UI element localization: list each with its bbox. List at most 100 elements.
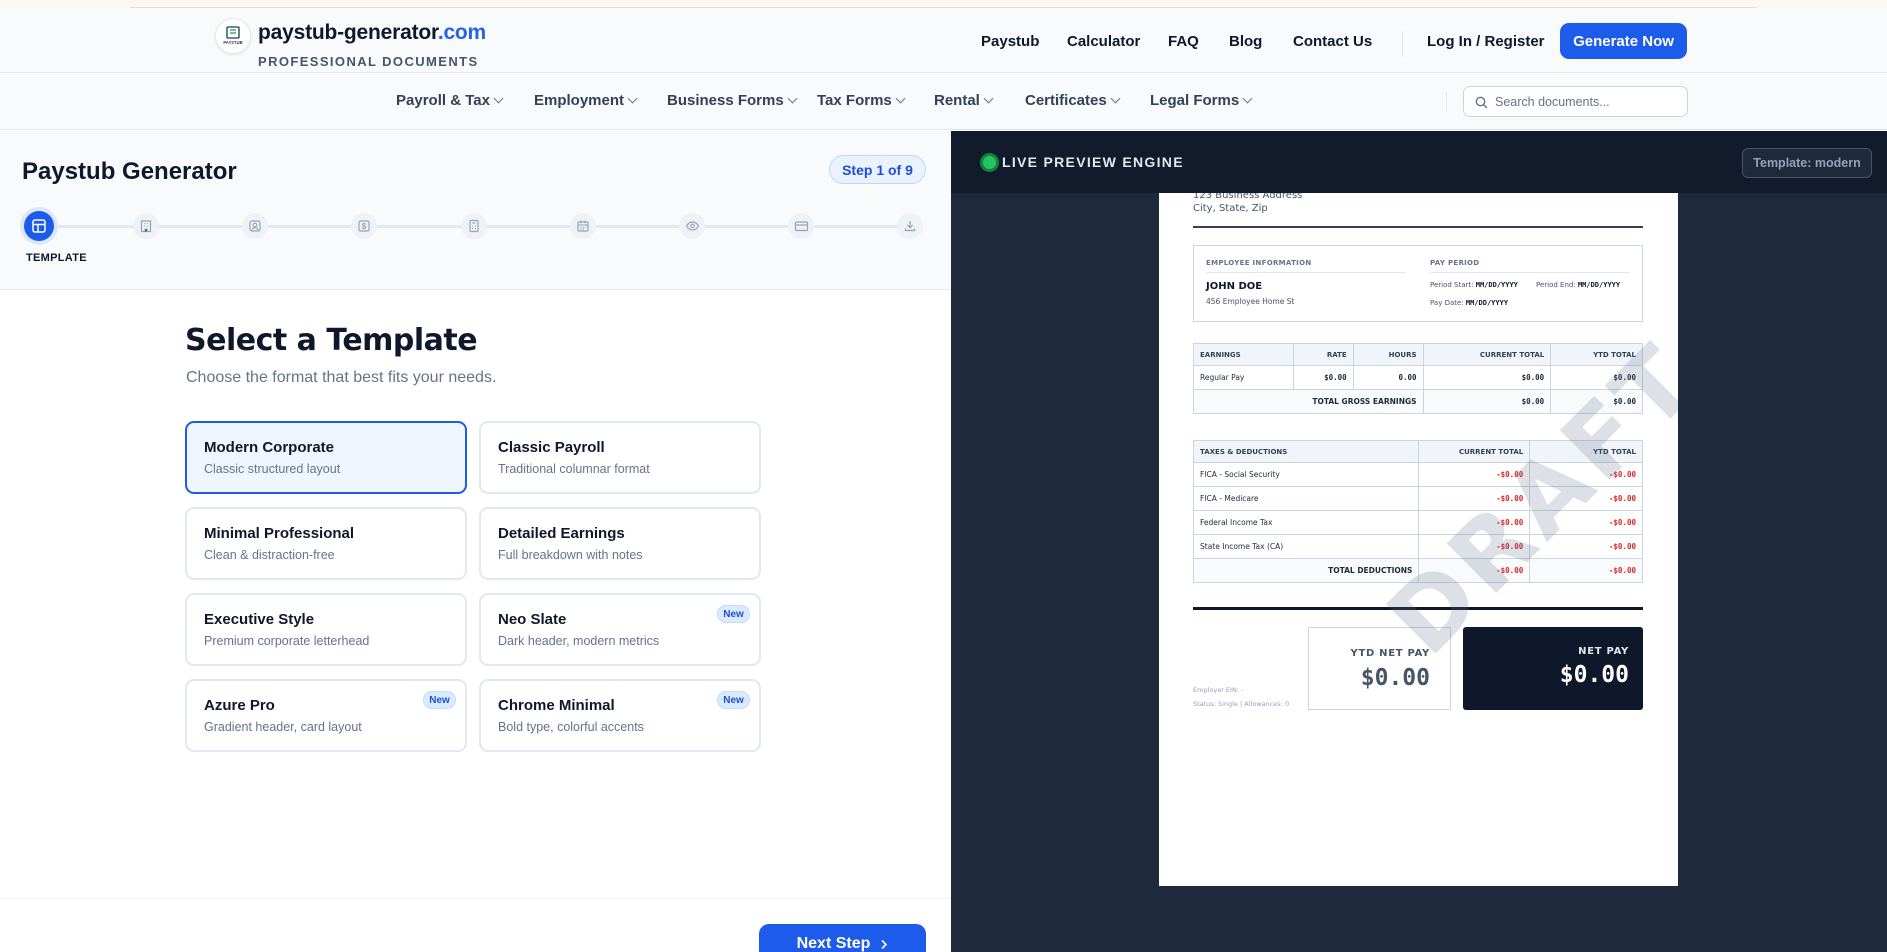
menu-tax-forms[interactable]: Tax Forms [817,92,906,109]
employee-address: 456 Employee Home St [1206,297,1295,306]
new-badge: New [717,691,750,709]
live-preview-label: LIVE PREVIEW ENGINE [1002,154,1184,170]
live-preview-panel: LIVE PREVIEW ENGINE Template: modern 123… [951,131,1887,952]
template-pill[interactable]: Template: modern [1742,148,1872,178]
total-gross-current: $0.00 [1422,389,1552,414]
template-name: Chrome Minimal [498,697,615,714]
brand-subtitle: PROFESSIONAL DOCUMENTS [258,54,479,69]
menu-employment[interactable]: Employment [534,92,638,109]
section-subtitle: Choose the format that best fits your ne… [186,369,497,386]
menu-payroll-tax[interactable]: Payroll & Tax [396,92,504,109]
paystub-document: 123 Business Address City, State, Zip EM… [1159,193,1678,886]
nav-blog[interactable]: Blog [1229,33,1262,50]
step-company[interactable] [133,213,159,239]
total-row: TOTAL DEDUCTIONS -$0.00 -$0.00 [1192,558,1643,583]
template-name: Minimal Professional [204,525,355,542]
step-payment[interactable] [788,213,814,239]
employee-name: JOHN DOE [1206,281,1263,292]
template-desc: Bold type, colorful accents [498,720,644,734]
menu-certificates[interactable]: Certificates [1025,92,1121,109]
login-register-link[interactable]: Log In / Register [1427,33,1545,50]
template-card-azure-pro[interactable]: Azure Pro Gradient header, card layout N… [185,679,467,752]
menu-rental[interactable]: Rental [934,92,994,109]
menu-legal-forms[interactable]: Legal Forms [1150,92,1253,109]
calculator-icon [469,219,479,233]
template-card-classic-payroll[interactable]: Classic Payroll Traditional columnar for… [479,421,761,494]
logo[interactable]: PAYSTUB [215,18,251,54]
template-card-executive-style[interactable]: Executive Style Premium corporate letter… [185,593,467,666]
step-employee[interactable] [242,213,268,239]
new-badge: New [717,605,750,623]
step-download[interactable] [897,213,923,239]
new-badge: New [423,691,456,709]
step-earnings[interactable]: $ [351,213,377,239]
search-icon [1475,96,1488,109]
total-deductions-ytd: -$0.00 [1529,558,1643,583]
template-card-minimal-professional[interactable]: Minimal Professional Clean & distraction… [185,507,467,580]
cell-current: $0.00 [1422,365,1552,390]
col-ytd-total: YTD TOTAL [1550,343,1643,366]
nav-divider [1402,31,1403,57]
employee-info-label: EMPLOYEE INFORMATION [1206,259,1312,267]
menu-legal-forms-label: Legal Forms [1150,92,1240,109]
period-end-value: MM/DD/YYYY [1577,281,1621,289]
template-card-chrome-minimal[interactable]: Chrome Minimal Bold type, colorful accen… [479,679,761,752]
summary-rule [1193,607,1643,610]
site-header: PAYSTUB paystub-generator.com PROFESSION… [0,9,1887,73]
template-desc: Full breakdown with notes [498,548,643,562]
col-hours: HOURS [1352,343,1424,366]
table-row: FICA - Medicare -$0.00 -$0.00 [1192,486,1643,511]
cell-ytd: -$0.00 [1529,534,1643,559]
cell-description: FICA - Medicare [1192,486,1420,511]
nav-faq[interactable]: FAQ [1168,33,1199,50]
employee-info-box: EMPLOYEE INFORMATION JOHN DOE 456 Employ… [1193,245,1643,322]
template-desc: Traditional columnar format [498,462,650,476]
col-current-total: CURRENT TOTAL [1422,343,1552,366]
table-row: FICA - Social Security -$0.00 -$0.00 [1192,462,1643,487]
total-gross-label: TOTAL GROSS EARNINGS [1193,389,1424,414]
col-earnings: EARNINGS [1193,343,1294,366]
pay-date-label: Pay Date: [1430,299,1464,307]
building-icon [140,220,152,233]
menu-business-forms[interactable]: Business Forms [667,92,798,109]
step-template[interactable] [24,211,54,241]
pay-date-value: MM/DD/YYYY [1465,299,1509,307]
cell-hours: 0.00 [1352,365,1424,390]
chevron-down-icon [983,93,994,104]
step-pay-period[interactable] [570,213,596,239]
nav-calculator[interactable]: Calculator [1067,33,1140,50]
template-card-neo-slate[interactable]: Neo Slate Dark header, modern metrics Ne… [479,593,761,666]
menu-business-forms-label: Business Forms [667,92,784,109]
col-taxes-deductions: TAXES & DEDUCTIONS [1192,440,1420,463]
template-desc: Classic structured layout [204,462,341,476]
table-header-row: EARNINGS RATE HOURS CURRENT TOTAL YTD TO… [1193,343,1643,366]
step-preview[interactable] [679,213,705,239]
table-header-row: TAXES & DEDUCTIONS CURRENT TOTAL YTD TOT… [1192,440,1643,463]
cell-ytd: -$0.00 [1529,486,1643,511]
search-box[interactable] [1463,86,1688,117]
generate-now-button[interactable]: Generate Now [1560,23,1687,59]
template-card-detailed-earnings[interactable]: Detailed Earnings Full breakdown with no… [479,507,761,580]
cell-ytd: -$0.00 [1529,462,1643,487]
deductions-table: TAXES & DEDUCTIONS CURRENT TOTAL YTD TOT… [1192,440,1643,583]
menu-payroll-tax-label: Payroll & Tax [396,92,490,109]
template-card-modern-corporate[interactable]: Modern Corporate Classic structured layo… [185,421,467,494]
employer-ein: Employer EIN: - [1193,686,1244,694]
template-desc: Dark header, modern metrics [498,634,660,648]
brand-name[interactable]: paystub-generator.com [258,21,486,45]
col-rate: RATE [1292,343,1354,366]
brand-name-text: paystub-generator [258,21,438,44]
nav-contact-us[interactable]: Contact Us [1293,33,1372,50]
step-taxes[interactable] [461,213,487,239]
nav-paystub[interactable]: Paystub [981,33,1039,50]
next-step-button[interactable]: Next Step [759,924,926,952]
page-title: Paystub Generator [22,158,237,185]
template-icon [32,219,46,233]
cell-ytd: -$0.00 [1529,510,1643,535]
search-input[interactable] [1495,93,1680,111]
ytd-net-pay-label: YTD NET PAY [1350,648,1430,659]
template-name: Classic Payroll [498,439,605,456]
subnav-divider [1446,92,1447,112]
pay-date: Pay Date: MM/DD/YYYY [1430,299,1508,307]
period-start-label: Period Start: [1430,281,1474,289]
